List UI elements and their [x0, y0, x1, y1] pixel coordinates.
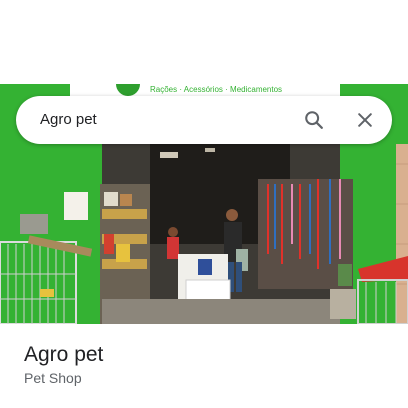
sign-text: Rações · Acessórios · Medicamentos [150, 85, 282, 94]
search-bar[interactable]: Agro pet [16, 96, 392, 144]
search-button[interactable] [298, 104, 330, 136]
search-icon [305, 111, 323, 129]
close-icon [358, 113, 372, 127]
place-category: Pet Shop [24, 370, 82, 386]
search-input[interactable]: Agro pet [40, 96, 97, 144]
clear-search-button[interactable] [349, 104, 381, 136]
place-name[interactable]: Agro pet [24, 341, 103, 369]
